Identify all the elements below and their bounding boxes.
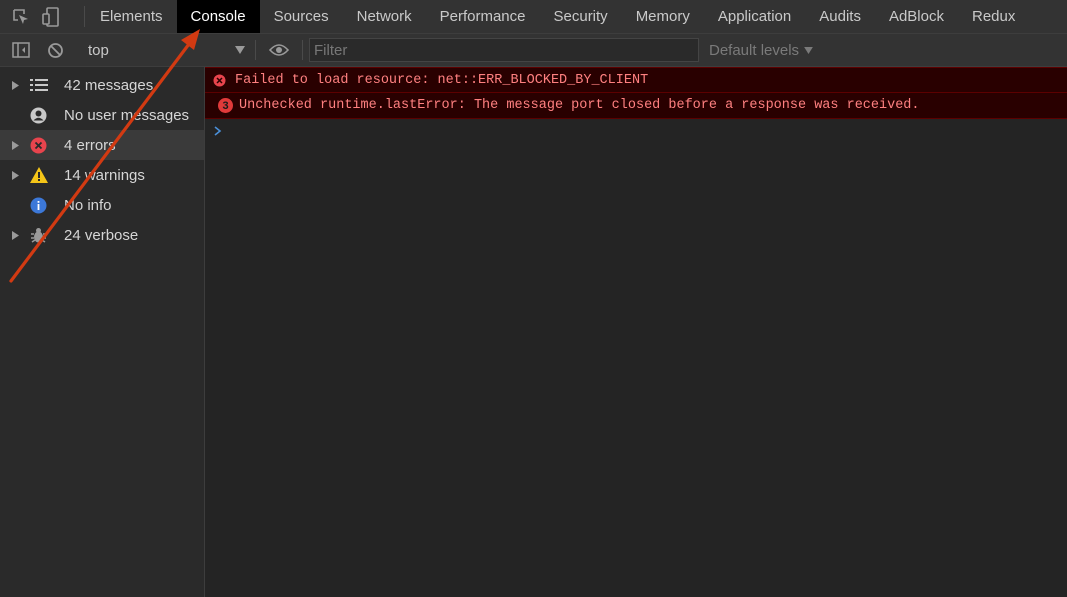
context-selector-value: top <box>88 41 109 59</box>
toolbar-divider <box>302 40 303 60</box>
console-message-text: Unchecked runtime.lastError: The message… <box>239 98 920 113</box>
tab-redux[interactable]: Redux <box>958 0 1029 33</box>
context-selector[interactable]: top <box>72 34 255 67</box>
prompt-chevron-icon <box>214 126 222 136</box>
expand-arrow-icon[interactable] <box>12 140 30 150</box>
tab-network[interactable]: Network <box>343 0 426 33</box>
dropdown-arrow-icon <box>804 46 813 54</box>
panel-tabs: Elements Console Sources Network Perform… <box>85 0 1029 33</box>
tab-security[interactable]: Security <box>540 0 622 33</box>
eye-icon <box>269 44 289 56</box>
sidebar-item-label: No user messages <box>64 106 190 124</box>
clear-console-icon <box>47 42 63 58</box>
expand-arrow-icon[interactable] <box>12 230 30 240</box>
error-icon <box>30 137 64 154</box>
filter-input[interactable] <box>309 38 699 62</box>
console-message-text: Failed to load resource: net::ERR_BLOCKE… <box>235 72 649 88</box>
expand-arrow-icon[interactable] <box>12 170 30 180</box>
console-sidebar: 42 messages No user messages 4 errors 14… <box>0 67 205 597</box>
user-icon <box>30 107 64 124</box>
sidebar-item-label: 24 verbose <box>64 226 139 244</box>
sidebar-item-info[interactable]: No info <box>0 190 204 220</box>
sidebar-item-label: 42 messages <box>64 76 154 94</box>
sidebar-item-label: 4 errors <box>64 136 116 154</box>
sidebar-item-verbose[interactable]: 24 verbose <box>0 220 204 250</box>
console-prompt[interactable] <box>205 119 1067 143</box>
bug-icon <box>30 227 64 244</box>
log-levels-label: Default levels <box>709 41 800 59</box>
device-toolbar-icon[interactable] <box>36 0 66 33</box>
sidebar-item-messages[interactable]: 42 messages <box>0 70 204 100</box>
console-error-message[interactable]: Failed to load resource: net::ERR_BLOCKE… <box>205 67 1067 93</box>
dropdown-arrow-icon <box>235 46 245 54</box>
devtools-tab-bar: Elements Console Sources Network Perform… <box>0 0 1067 34</box>
error-icon <box>213 74 235 87</box>
sidebar-item-label: 14 warnings <box>64 166 145 184</box>
sidebar-item-errors[interactable]: 4 errors <box>0 130 204 160</box>
clear-console-button[interactable] <box>38 34 72 67</box>
console-messages: Failed to load resource: net::ERR_BLOCKE… <box>205 67 1067 597</box>
devtools-window: Elements Console Sources Network Perform… <box>0 0 1067 597</box>
list-icon <box>30 78 64 92</box>
tool-icons <box>0 0 84 33</box>
tab-elements[interactable]: Elements <box>86 0 177 33</box>
inspect-element-icon[interactable] <box>6 0 36 33</box>
toggle-sidebar-button[interactable] <box>4 34 38 67</box>
log-levels-dropdown[interactable]: Default levels <box>709 42 813 59</box>
sidebar-item-warnings[interactable]: 14 warnings <box>0 160 204 190</box>
info-icon <box>30 197 64 214</box>
tab-adblock[interactable]: AdBlock <box>875 0 958 33</box>
tab-performance[interactable]: Performance <box>426 0 540 33</box>
tab-audits[interactable]: Audits <box>805 0 875 33</box>
sidebar-item-label: No info <box>64 196 112 214</box>
console-toolbar: top Default levels <box>0 34 1067 67</box>
sidebar-item-user-messages[interactable]: No user messages <box>0 100 204 130</box>
expand-arrow-icon[interactable] <box>12 80 30 90</box>
console-error-message[interactable]: 3 Unchecked runtime.lastError: The messa… <box>205 93 1067 119</box>
warning-icon <box>30 167 64 183</box>
tab-console[interactable]: Console <box>176 0 260 33</box>
live-expression-button[interactable] <box>256 34 302 67</box>
tab-application[interactable]: Application <box>704 0 805 33</box>
tab-sources[interactable]: Sources <box>260 0 343 33</box>
tab-memory[interactable]: Memory <box>622 0 704 33</box>
repeat-count-badge: 3 <box>218 98 233 113</box>
sidebar-toggle-icon <box>12 42 30 58</box>
